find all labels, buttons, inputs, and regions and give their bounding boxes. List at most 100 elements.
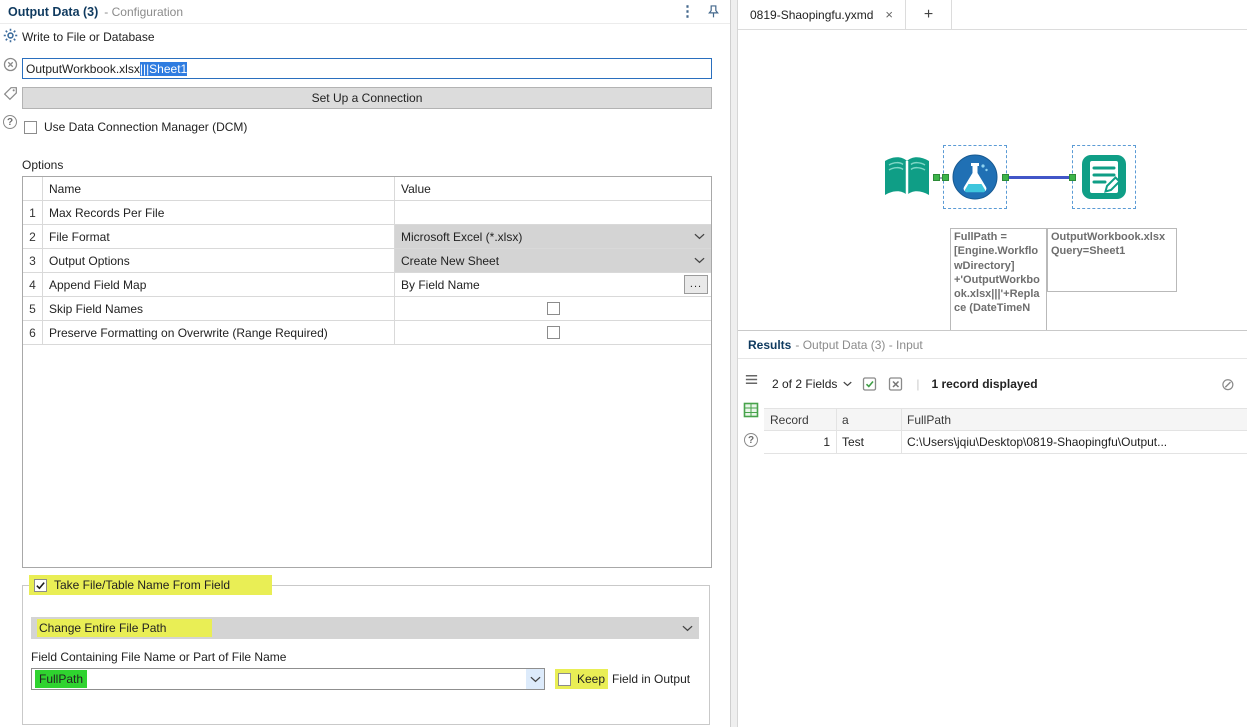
setup-connection-label: Set Up a Connection	[311, 91, 423, 105]
select-all-fields-icon[interactable]	[862, 376, 878, 392]
take-filename-checkbox-row[interactable]: Take File/Table Name From Field	[29, 575, 273, 595]
options-label: Options	[22, 158, 64, 172]
alteryx-designer-window: Output Data (3) - Configuration ⋮ ? Writ…	[0, 0, 1247, 727]
table-row: 1 Max Records Per File	[23, 201, 711, 225]
panel-splitter[interactable]	[731, 0, 738, 727]
preserve-formatting-checkbox[interactable]	[546, 326, 560, 339]
max-records-value-cell[interactable]	[395, 201, 711, 224]
record-column-header[interactable]: Record	[764, 409, 837, 430]
append-field-map-ellipsis-button[interactable]: ...	[684, 275, 708, 294]
panel-menu-icon[interactable]: ⋮	[680, 4, 695, 19]
a-column-header[interactable]: a	[837, 409, 902, 430]
results-table-header: Record a FullPath	[764, 408, 1247, 431]
results-panel: Results - Output Data (3) - Input ? 2 of…	[738, 330, 1247, 727]
table-row: 6 Preserve Formatting on Overwrite (Rang…	[23, 321, 711, 345]
results-toolbar: 2 of 2 Fields | 1 record displayed ⊘	[764, 360, 1247, 408]
dcm-checkbox[interactable]	[24, 120, 37, 134]
list-view-icon[interactable]	[744, 372, 759, 387]
input-data-tool[interactable]	[881, 155, 933, 204]
row-number: 3	[23, 249, 43, 272]
gear-icon[interactable]	[3, 28, 18, 43]
setup-connection-button[interactable]: Set Up a Connection	[22, 87, 712, 109]
toolbar-separator: |	[916, 377, 920, 391]
workflow-canvas[interactable]: FullPath = [Engine.WorkflowDirectory] +'…	[738, 30, 1247, 330]
file-path-text: OutputWorkbook.xlsx	[26, 61, 140, 76]
chevron-down-icon	[694, 257, 705, 264]
output-options-dropdown[interactable]: Create New Sheet	[395, 249, 711, 272]
tag-icon[interactable]	[3, 86, 18, 101]
keep-field-checkbox[interactable]	[558, 672, 571, 686]
option-name: Output Options	[43, 249, 395, 272]
configuration-panel: Output Data (3) - Configuration ⋮ ? Writ…	[0, 0, 731, 727]
options-table-header: Name Value	[23, 177, 711, 201]
output-data-tool[interactable]	[1079, 152, 1129, 205]
record-cell[interactable]: 1	[764, 431, 837, 453]
field-name-value: FullPath	[35, 670, 88, 688]
output-annotation-line2: Query=Sheet1	[1051, 245, 1126, 258]
options-table: Name Value 1 Max Records Per File 2 File…	[22, 176, 712, 568]
output-annotation[interactable]: OutputWorkbook.xlsx Query=Sheet1	[1047, 228, 1177, 292]
take-filename-label: Take File/Table Name From Field	[54, 578, 231, 592]
input-anchor[interactable]	[942, 174, 949, 181]
dropdown-chevron-zone[interactable]	[526, 669, 544, 689]
field-containing-label: Field Containing File Name or Part of Fi…	[31, 650, 287, 664]
chevron-down-icon	[529, 676, 541, 682]
fullpath-column-header[interactable]: FullPath	[902, 409, 1247, 430]
no-limit-icon[interactable]: ⊘	[1221, 376, 1235, 393]
file-path-mode-dropdown[interactable]: Change Entire File Path	[31, 617, 699, 639]
new-tab-button[interactable]: +	[906, 0, 953, 29]
table-row: 5 Skip Field Names	[23, 297, 711, 321]
pin-icon[interactable]	[707, 4, 720, 19]
output-file-input[interactable]: OutputWorkbook.xlsx |||Sheet1	[22, 58, 712, 79]
results-icon-rail: ?	[738, 372, 764, 447]
take-filename-groupbox: Take File/Table Name From Field Change E…	[22, 575, 710, 725]
skip-field-names-checkbox[interactable]	[546, 302, 560, 315]
file-path-selected-text: |||Sheet1	[139, 61, 188, 76]
deselect-fields-icon[interactable]	[888, 376, 904, 392]
output-anchor[interactable]	[933, 174, 940, 181]
input-anchor[interactable]	[1069, 174, 1076, 181]
output-anchor[interactable]	[1002, 174, 1009, 181]
table-view-icon[interactable]	[743, 402, 759, 418]
results-table-row[interactable]: 1 Test C:\Users\jqiu\Desktop\0819-Shaopi…	[764, 431, 1247, 454]
keep-field-label-rest: Field in Output	[612, 672, 691, 686]
results-header: Results - Output Data (3) - Input	[738, 331, 1247, 359]
results-help-icon[interactable]: ?	[744, 433, 758, 447]
check-icon	[36, 581, 45, 589]
workflow-area: 0819-Shaopingfu.yxmd × + FullPath = [Eng…	[738, 0, 1247, 727]
formula-annotation[interactable]: FullPath = [Engine.WorkflowDirectory] +'…	[950, 228, 1047, 330]
keep-field-row[interactable]: Keep Field in Output	[555, 669, 690, 689]
file-format-dropdown[interactable]: Microsoft Excel (*.xlsx)	[395, 225, 711, 248]
formula-icon	[952, 154, 998, 200]
row-number: 6	[23, 321, 43, 344]
fullpath-cell[interactable]: C:\Users\jqiu\Desktop\0819-Shaopingfu\Ou…	[902, 431, 1247, 453]
row-number: 1	[23, 201, 43, 224]
keep-field-label-highlight: Keep	[577, 672, 606, 686]
row-number: 2	[23, 225, 43, 248]
value-column-header: Value	[401, 181, 431, 196]
help-icon[interactable]: ?	[3, 115, 17, 129]
a-cell[interactable]: Test	[837, 431, 902, 453]
field-name-dropdown[interactable]: FullPath	[31, 668, 545, 690]
file-path-mode-value: Change Entire File Path	[37, 619, 213, 637]
cancel-circle-icon[interactable]	[3, 57, 18, 72]
fields-dropdown[interactable]: 2 of 2 Fields	[772, 377, 853, 391]
fields-summary: 2 of 2 Fields	[772, 377, 838, 391]
option-name: Preserve Formatting on Overwrite (Range …	[43, 321, 395, 344]
table-row: 2 File Format Microsoft Excel (*.xlsx)	[23, 225, 711, 249]
name-column-header: Name	[43, 177, 395, 200]
config-panel-subtitle: - Configuration	[104, 4, 183, 19]
configuration-panel-header: Output Data (3) - Configuration ⋮	[0, 0, 730, 24]
output-annotation-line1: OutputWorkbook.xlsx	[1051, 231, 1166, 243]
workflow-tab[interactable]: 0819-Shaopingfu.yxmd ×	[738, 0, 907, 29]
dcm-checkbox-row[interactable]: Use Data Connection Manager (DCM)	[24, 120, 247, 134]
close-tab-icon[interactable]: ×	[885, 8, 893, 21]
output-data-icon	[1082, 155, 1126, 199]
dcm-label: Use Data Connection Manager (DCM)	[44, 120, 248, 134]
formula-tool[interactable]	[950, 152, 1000, 205]
take-filename-checkbox[interactable]	[34, 578, 47, 592]
table-row: 3 Output Options Create New Sheet	[23, 249, 711, 273]
workflow-tab-bar: 0819-Shaopingfu.yxmd × +	[738, 0, 1247, 30]
row-number: 4	[23, 273, 43, 296]
connection-wire-selected	[1008, 176, 1073, 179]
